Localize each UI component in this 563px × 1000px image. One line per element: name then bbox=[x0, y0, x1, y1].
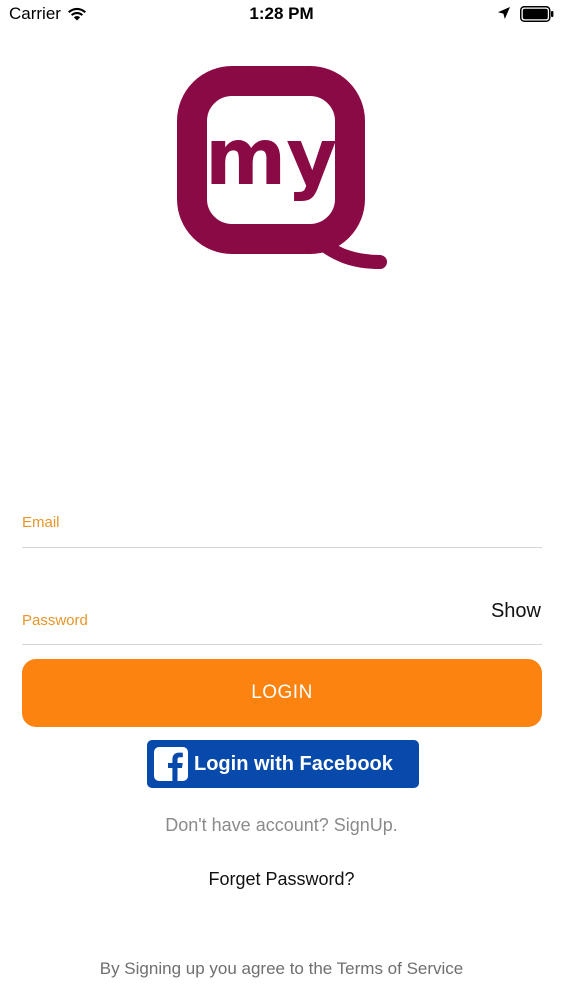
show-password-toggle[interactable]: Show bbox=[491, 600, 541, 623]
status-bar: Carrier 1:28 PM bbox=[0, 0, 563, 30]
login-button-label: LOGIN bbox=[251, 682, 313, 703]
app-logo: my bbox=[177, 66, 387, 269]
email-underline bbox=[22, 547, 542, 548]
password-field[interactable] bbox=[22, 606, 482, 634]
logo-text: my bbox=[205, 113, 337, 203]
facebook-login-label: Login with Facebook bbox=[194, 752, 393, 775]
login-button[interactable]: LOGIN bbox=[22, 659, 542, 727]
facebook-login-button[interactable]: Login with Facebook bbox=[147, 740, 419, 788]
facebook-icon bbox=[154, 747, 188, 781]
signup-link[interactable]: Don't have account? SignUp. bbox=[0, 815, 563, 836]
location-arrow-icon bbox=[498, 7, 510, 19]
terms-of-service-text: By Signing up you agree to the Terms of … bbox=[99, 959, 464, 978]
battery-icon bbox=[520, 6, 554, 22]
forget-password-link[interactable]: Forget Password? bbox=[0, 869, 563, 890]
status-time: 1:28 PM bbox=[249, 4, 314, 23]
email-field[interactable] bbox=[22, 508, 482, 536]
password-underline bbox=[22, 644, 542, 645]
